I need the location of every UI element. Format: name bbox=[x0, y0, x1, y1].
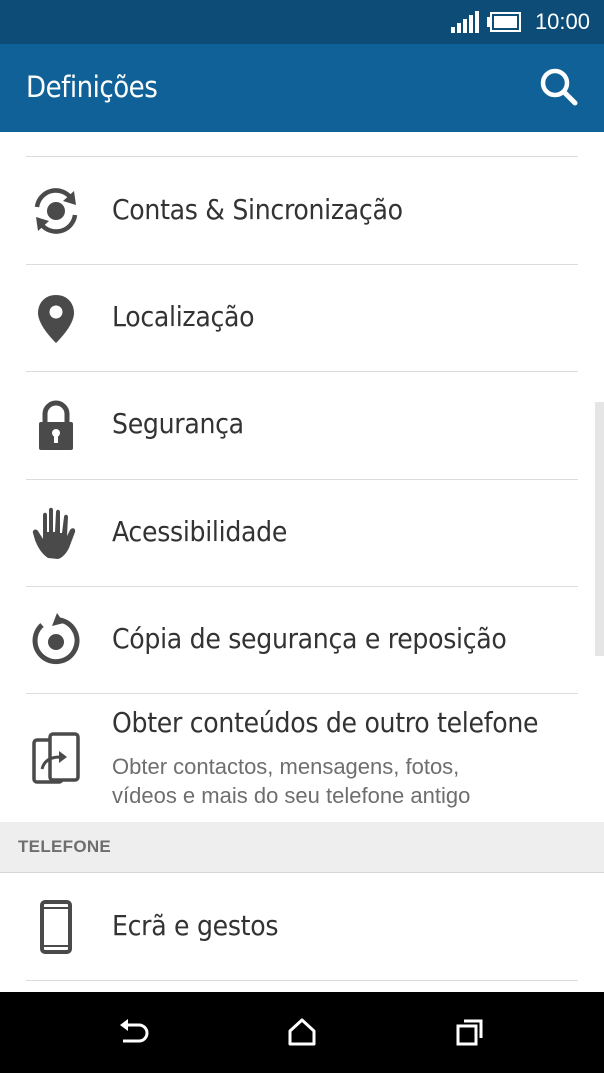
status-icons: 10:00 bbox=[450, 8, 590, 36]
transfer-phone-icon bbox=[26, 729, 86, 789]
section-header-telefone: TELEFONE bbox=[0, 822, 604, 873]
home-button[interactable] bbox=[278, 1010, 326, 1054]
navigation-bar bbox=[0, 992, 604, 1073]
settings-item-security[interactable]: Segurança bbox=[0, 372, 604, 479]
status-bar: 10:00 bbox=[0, 0, 604, 44]
recents-icon bbox=[456, 1019, 483, 1046]
settings-list: Contas & Sincronização Localização Segur… bbox=[0, 132, 604, 992]
section-header-label: TELEFONE bbox=[18, 837, 112, 856]
search-button[interactable] bbox=[538, 66, 582, 110]
scrollbar[interactable] bbox=[595, 402, 604, 656]
settings-item-label: Obter conteúdos de outro telefone bbox=[112, 706, 539, 739]
settings-item-label: Ecrã e gestos bbox=[112, 909, 279, 942]
search-icon bbox=[540, 68, 578, 106]
settings-item-label: Acessibilidade bbox=[112, 515, 288, 548]
settings-item-subtitle: vídeos e mais do seu telefone antigo bbox=[112, 783, 471, 808]
settings-item-accessibility[interactable]: Acessibilidade bbox=[0, 480, 604, 586]
location-pin-icon bbox=[26, 289, 86, 349]
home-icon bbox=[288, 1018, 316, 1046]
lock-icon bbox=[26, 396, 86, 456]
back-button[interactable] bbox=[110, 1010, 158, 1054]
settings-item-location[interactable]: Localização bbox=[0, 265, 604, 371]
settings-item-label: Cópia de segurança e reposição bbox=[112, 622, 507, 655]
settings-item-display-gestures[interactable]: Ecrã e gestos bbox=[0, 873, 604, 980]
settings-item-subtitle: Obter contactos, mensagens, fotos, bbox=[112, 754, 460, 779]
settings-item-label: Contas & Sincronização bbox=[112, 193, 403, 226]
app-bar: Definições bbox=[0, 44, 604, 132]
backup-restore-icon bbox=[26, 611, 86, 671]
battery-icon bbox=[486, 12, 521, 32]
divider bbox=[26, 980, 578, 981]
status-time: 10:00 bbox=[534, 9, 590, 34]
recents-button[interactable] bbox=[446, 1010, 494, 1054]
settings-item-label: Localização bbox=[112, 300, 255, 333]
settings-item-accounts-sync[interactable]: Contas & Sincronização bbox=[0, 157, 604, 264]
sync-icon bbox=[26, 181, 86, 241]
settings-item-backup-reset[interactable]: Cópia de segurança e reposição bbox=[0, 587, 604, 693]
page-title: Definições bbox=[26, 70, 158, 104]
phone-icon bbox=[26, 897, 86, 957]
signal-icon bbox=[450, 11, 479, 33]
settings-item-label: Segurança bbox=[112, 407, 244, 440]
settings-item-transfer[interactable]: Obter conteúdos de outro telefone Obter … bbox=[0, 694, 604, 822]
hand-icon bbox=[26, 503, 86, 563]
back-icon bbox=[120, 1019, 149, 1043]
